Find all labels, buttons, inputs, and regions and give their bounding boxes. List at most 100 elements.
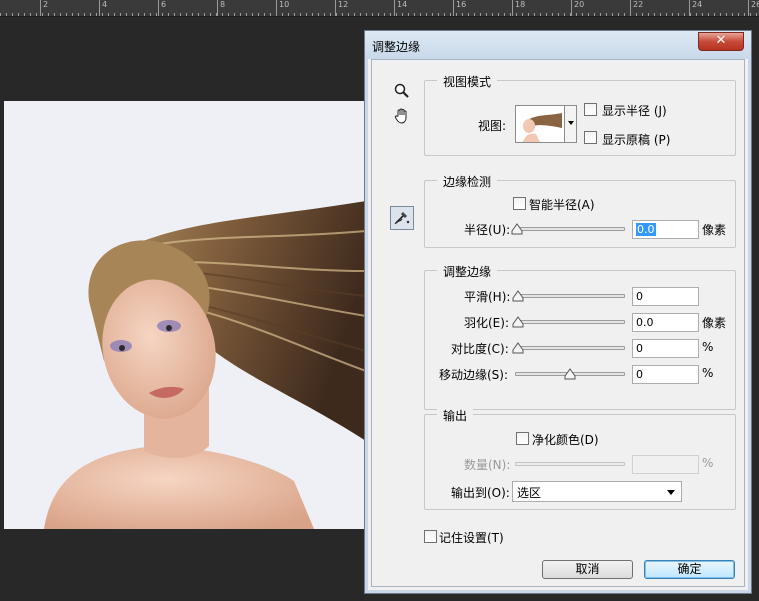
ruler-label: 6 [161,0,167,9]
title-bar[interactable]: 调整边缘 ✕ [365,31,751,59]
feather-label: 羽化(E): [464,316,509,330]
ruler-tick [522,13,523,16]
refine-radius-brush-icon [393,208,411,229]
refine-radius-tool[interactable] [390,206,414,230]
ruler-tick [660,13,661,16]
hand-tool[interactable] [390,105,414,129]
output-to-select[interactable]: 选区 [512,481,682,502]
ruler-tick [288,13,289,16]
ruler-tick [42,13,43,16]
smooth-slider-track[interactable] [515,294,625,298]
ruler-tick [612,13,613,16]
horizontal-ruler: 2468101214161820222426 [0,0,759,17]
smooth-input[interactable]: 0 [632,287,699,306]
radius-label: 半径(U): [464,223,511,237]
ruler-tick [132,13,133,16]
ruler-tick [558,13,559,16]
radius-value: 0.0 [636,223,656,236]
ruler-major-tick [335,0,336,16]
ruler-tick [48,13,49,16]
ruler-tick [252,13,253,16]
smooth-value: 0 [636,290,643,303]
ruler-tick [492,13,493,16]
smart-radius-checkbox[interactable] [513,197,526,210]
ruler-tick [402,13,403,16]
view-dropdown-arrow[interactable] [565,105,577,143]
cancel-button[interactable]: 取消 [542,560,633,579]
canvas-image [4,101,366,529]
decontaminate-colors-checkbox[interactable] [516,432,529,445]
contrast-input[interactable]: 0 [632,339,699,358]
ruler-tick [306,13,307,16]
contrast-slider-track[interactable] [515,346,625,350]
ruler-tick [114,13,115,16]
ruler-tick [378,13,379,16]
radius-input[interactable]: 0.0 [632,220,699,239]
remember-settings-label: 记住设置(T) [439,531,504,545]
ruler-tick [438,13,439,16]
refine-edge-dialog: 调整边缘 ✕ 视图模式 视图: 显示半径 (J) 显示原稿 (P) 边缘检测 智… [364,30,752,594]
ruler-tick [96,13,97,16]
amount-slider-track[interactable] [515,462,625,466]
ruler-label: 12 [338,0,349,9]
ruler-tick [642,13,643,16]
ruler-tick [120,13,121,16]
edge-detection-legend: 边缘检测 [437,173,498,190]
ruler-tick [294,13,295,16]
ruler-tick [756,13,757,16]
ruler-tick [582,13,583,16]
show-original-checkbox[interactable] [584,131,597,144]
ruler-tick [618,13,619,16]
ruler-tick [192,13,193,16]
ruler-tick [654,13,655,16]
ruler-tick [738,13,739,16]
amount-input[interactable] [632,455,699,474]
view-preview-thumbnail[interactable] [515,105,565,143]
ruler-major-tick [630,0,631,16]
ruler-label: 8 [220,0,226,9]
amount-unit: % [702,456,714,470]
ruler-tick [102,13,103,16]
zoom-tool[interactable] [390,80,414,104]
ruler-tick [0,13,1,16]
dialog-title: 调整边缘 [372,40,421,54]
radius-slider-track[interactable] [515,227,625,231]
ok-button[interactable]: 确定 [644,560,735,579]
shift-edge-value: 0 [636,368,643,381]
ruler-tick [108,13,109,16]
ruler-tick [552,13,553,16]
show-radius-checkbox[interactable] [584,103,597,116]
ruler-tick [486,13,487,16]
radius-unit: 像素 [702,223,727,237]
ruler-tick [396,13,397,16]
ruler-tick [78,13,79,16]
ruler-tick [60,13,61,16]
ruler-label: 18 [515,0,526,9]
feather-input[interactable]: 0.0 [632,313,699,332]
ruler-tick [444,13,445,16]
ruler-tick [18,13,19,16]
ruler-tick [228,13,229,16]
contrast-label: 对比度(C): [451,342,509,356]
ruler-major-tick [512,0,513,16]
ruler-tick [432,13,433,16]
ruler-tick [420,13,421,16]
ruler-tick [126,13,127,16]
ruler-tick [342,13,343,16]
ruler-tick [234,13,235,16]
remember-settings-checkbox[interactable] [424,530,437,543]
ruler-tick [318,13,319,16]
ruler-tick [690,13,691,16]
ruler-tick [636,13,637,16]
ruler-major-tick [158,0,159,16]
close-button[interactable]: ✕ [698,32,744,51]
hand-icon [393,107,411,128]
ruler-major-tick [40,0,41,16]
ruler-tick [408,13,409,16]
ruler-tick [348,13,349,16]
ruler-tick [264,13,265,16]
feather-slider-track[interactable] [515,320,625,324]
shift-edge-input[interactable]: 0 [632,365,699,384]
view-label: 视图: [478,119,507,133]
ruler-tick [36,13,37,16]
